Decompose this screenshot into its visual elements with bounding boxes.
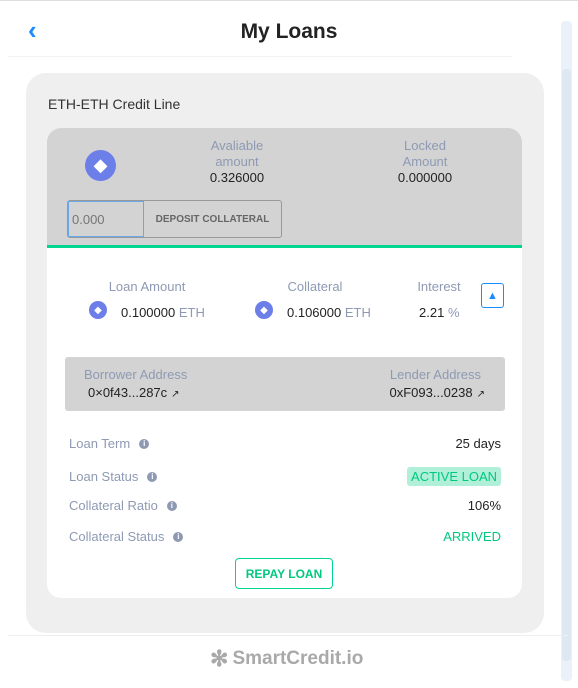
eth-icon: ◆ <box>255 301 273 319</box>
collateral-value: 0.106000 <box>287 305 342 320</box>
lender-address-link[interactable]: 0xF093...0238 <box>389 385 472 400</box>
detail-row-collateral-ratio: Collateral Ratio i 106% <box>69 498 501 513</box>
available-value: 0.326000 <box>209 170 265 185</box>
triangle-up-icon: ▲ <box>487 289 498 302</box>
detail-label: Loan Term <box>69 436 131 451</box>
footer-divider <box>8 635 568 636</box>
detail-label: Collateral Status <box>69 529 165 544</box>
external-link-icon[interactable]: ↗ <box>171 389 179 400</box>
page-title: My Loans <box>240 20 338 43</box>
deposit-form: DEPOSIT COLLATERAL <box>67 200 282 238</box>
locked-label: Locked Amount <box>402 138 448 169</box>
deposit-collateral-button[interactable]: DEPOSIT COLLATERAL <box>144 201 281 237</box>
status-badge: ACTIVE LOAN <box>407 467 501 486</box>
detail-row-loan-term: Loan Term i 25 days <box>69 436 501 451</box>
scrollbar-thumb[interactable] <box>562 69 571 661</box>
detail-value: 106% <box>467 498 501 513</box>
external-link-icon[interactable]: ↗ <box>477 389 485 400</box>
smartcredit-logo: ✻ SmartCredit.io <box>210 646 363 672</box>
borrower-address-link[interactable]: 0×0f43...287c <box>88 385 167 400</box>
detail-value: 25 days <box>455 436 501 451</box>
logo-text: SmartCredit.io <box>232 648 364 669</box>
detail-label: Loan Status <box>69 469 139 484</box>
detail-row-loan-status: Loan Status i ACTIVE LOAN <box>69 467 501 486</box>
scrollbar[interactable] <box>561 21 572 681</box>
loan-amount-unit: ETH <box>178 305 205 320</box>
info-icon[interactable]: i <box>139 438 150 449</box>
loan-amount-value: 0.100000 <box>121 305 176 320</box>
collateral-section: ◆ Avaliable amount 0.326000 Locked Amoun… <box>47 128 522 248</box>
borrower-label: Borrower Address <box>84 367 188 382</box>
eth-icon: ◆ <box>85 150 116 181</box>
info-icon[interactable]: i <box>166 500 177 511</box>
detail-row-collateral-status: Collateral Status i ARRIVED <box>69 529 501 544</box>
eth-icon: ◆ <box>89 301 107 319</box>
info-icon[interactable]: i <box>147 471 158 482</box>
collateral-label: Collateral <box>287 279 343 294</box>
repay-loan-button[interactable]: REPAY LOAN <box>235 558 333 589</box>
interest-label: Interest <box>417 279 461 294</box>
interest-unit: % <box>447 305 460 320</box>
collapse-toggle-button[interactable]: ▲ <box>481 283 504 308</box>
logo-icon: ✻ <box>210 646 229 671</box>
loan-amount-label: Loan Amount <box>108 279 186 294</box>
info-icon[interactable]: i <box>173 531 184 542</box>
loan-card: ETH-ETH Credit Line ◆ Avaliable amount 0… <box>26 73 544 633</box>
credit-line-title: ETH-ETH Credit Line <box>48 96 181 112</box>
locked-value: 0.000000 <box>397 170 453 185</box>
address-section: Borrower Address 0×0f43...287c ↗ Lender A… <box>65 357 505 411</box>
available-label: Avaliable amount <box>210 138 264 169</box>
interest-value: 2.21 <box>419 305 445 320</box>
loan-details-panel: ◆ Avaliable amount 0.326000 Locked Amoun… <box>47 128 522 598</box>
collateral-unit: ETH <box>344 305 371 320</box>
collateral-status-value: ARRIVED <box>443 529 501 544</box>
detail-label: Collateral Ratio <box>69 498 158 513</box>
deposit-amount-input[interactable] <box>68 201 144 237</box>
lender-label: Lender Address <box>389 367 481 382</box>
